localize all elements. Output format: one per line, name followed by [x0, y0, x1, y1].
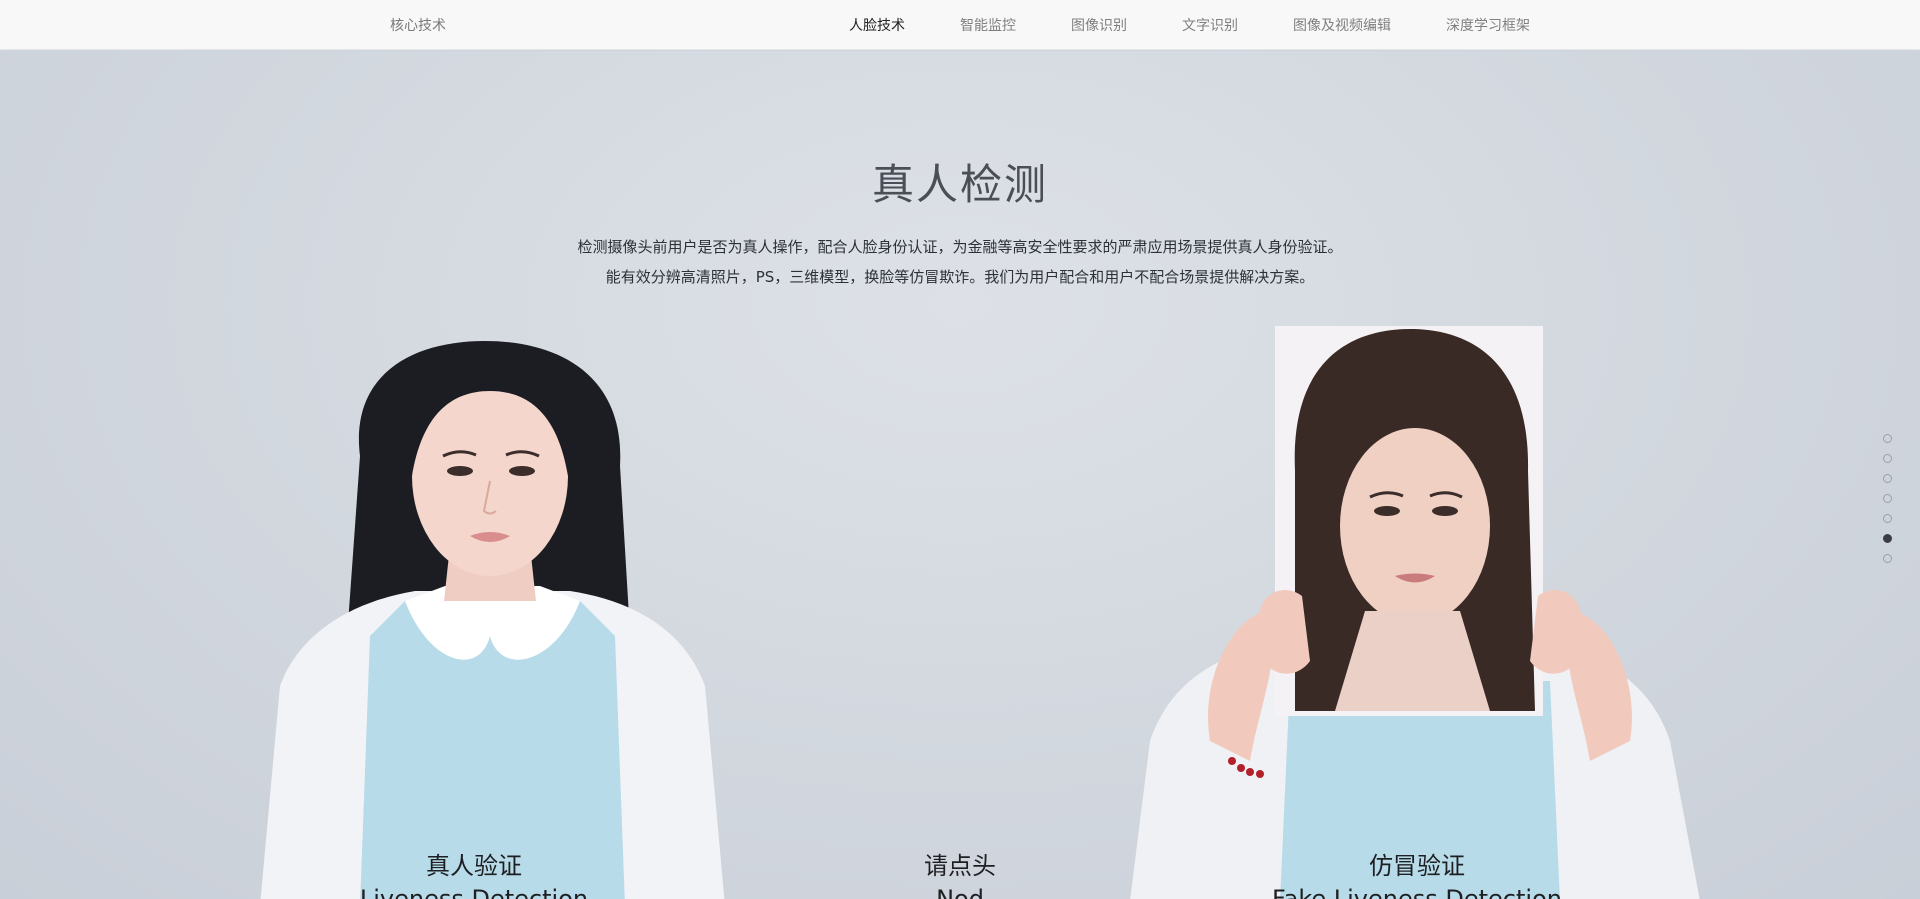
pager-dot-5[interactable]: [1883, 514, 1892, 523]
pager-dot-3[interactable]: [1883, 474, 1892, 483]
pager-dot-7[interactable]: [1883, 554, 1892, 563]
section-title: 真人检测: [871, 160, 1048, 209]
nav-item-face-tech[interactable]: 人脸技术: [849, 15, 905, 35]
top-nav-bar: 核心技术 人脸技术 智能监控 图像识别 文字识别 图像及视频编辑 深度学习框架: [0, 0, 1920, 50]
caption-nod-cn: 请点头: [924, 852, 996, 880]
main-nav: 人脸技术 智能监控 图像识别 文字识别 图像及视频编辑 深度学习框架: [849, 15, 1530, 35]
nav-item-image-recognition[interactable]: 图像识别: [1071, 15, 1127, 35]
fake-person-image: [1110, 321, 1730, 899]
section-description-line-1: 检测摄像头前用户是否为真人操作，配合人脸身份认证，为金融等高安全性要求的严肃应用…: [577, 238, 1343, 256]
pager-dot-2[interactable]: [1883, 454, 1892, 463]
caption-fake-liveness-cn: 仿冒验证: [1369, 852, 1465, 880]
caption-liveness-cn: 真人验证: [426, 852, 522, 880]
section-pager: [1883, 434, 1892, 574]
caption-liveness: 真人验证 Liveness Detection: [324, 846, 624, 899]
nav-item-text-recognition[interactable]: 文字识别: [1182, 15, 1238, 35]
hero-stage: 真人检测 检测摄像头前用户是否为真人操作，配合人脸身份认证，为金融等高安全性要求…: [0, 51, 1920, 899]
nav-item-image-video-editing[interactable]: 图像及视频编辑: [1293, 15, 1391, 35]
nav-item-deep-learning-framework[interactable]: 深度学习框架: [1446, 15, 1530, 35]
pager-dot-1[interactable]: [1883, 434, 1892, 443]
caption-fake-liveness-en: Fake Liveness Detection: [1272, 885, 1562, 899]
caption-nod-en: Nod: [936, 885, 984, 899]
caption-nod: 请点头 Nod: [860, 846, 1060, 899]
real-person-image: [240, 336, 740, 899]
pager-dot-4[interactable]: [1883, 494, 1892, 503]
brand-label[interactable]: 核心技术: [390, 15, 446, 35]
pager-dot-6[interactable]: [1883, 534, 1892, 543]
caption-liveness-en: Liveness Detection: [359, 885, 589, 899]
caption-fake-liveness: 仿冒验证 Fake Liveness Detection: [1262, 846, 1572, 899]
nav-item-smart-monitoring[interactable]: 智能监控: [960, 15, 1016, 35]
section-description-line-2: 能有效分辨高清照片，PS，三维模型，换脸等仿冒欺诈。我们为用户配合和用户不配合场…: [605, 268, 1315, 286]
